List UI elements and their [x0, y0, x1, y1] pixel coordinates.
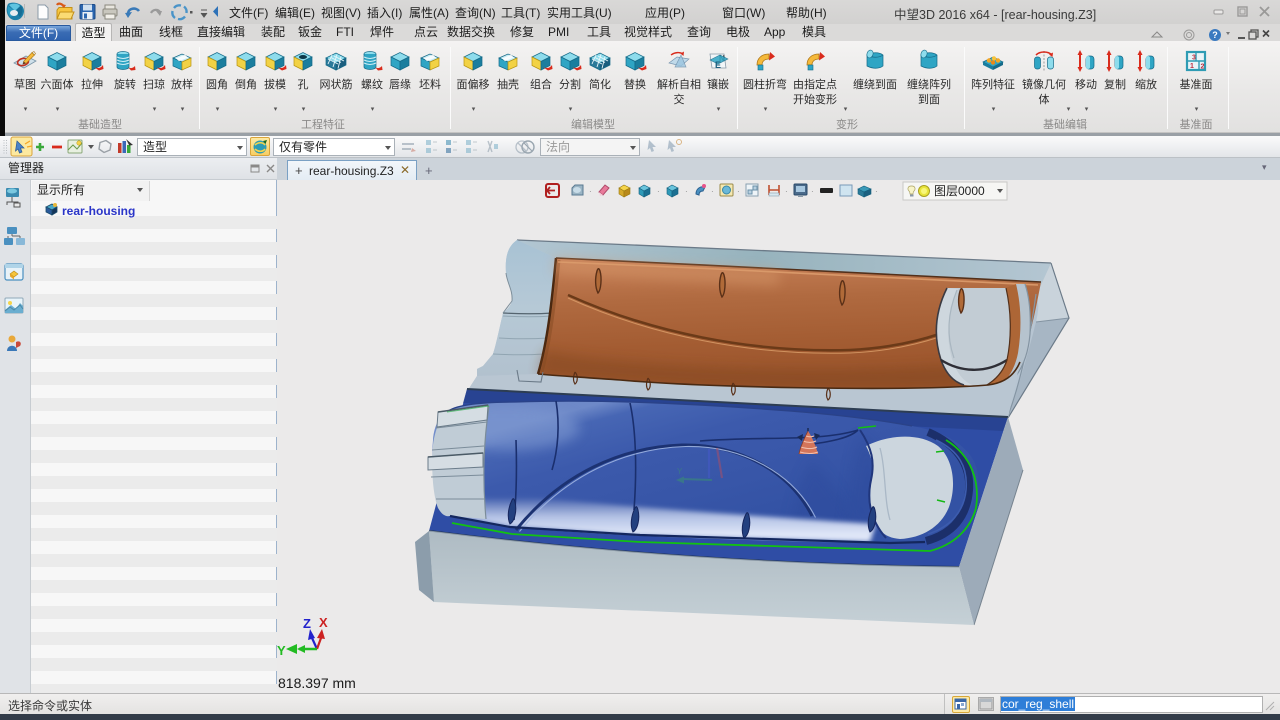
svg-text:·: ·	[737, 187, 740, 196]
svg-text:?: ?	[1212, 30, 1218, 40]
svg-text:Y: Y	[277, 643, 286, 658]
svg-text:X: X	[319, 615, 328, 630]
svg-text:·: ·	[711, 187, 714, 196]
svg-text:Y: Y	[677, 467, 683, 476]
svg-text:·: ·	[811, 187, 814, 196]
svg-text:图层0000: 图层0000	[934, 184, 985, 198]
svg-text:·: ·	[685, 187, 688, 196]
svg-text:·: ·	[589, 187, 592, 196]
svg-text:·: ·	[657, 187, 660, 196]
svg-text:·: ·	[875, 187, 878, 196]
svg-text:·: ·	[785, 187, 788, 196]
svg-text:818.397 mm: 818.397 mm	[278, 675, 356, 691]
svg-text:Z: Z	[303, 616, 311, 631]
